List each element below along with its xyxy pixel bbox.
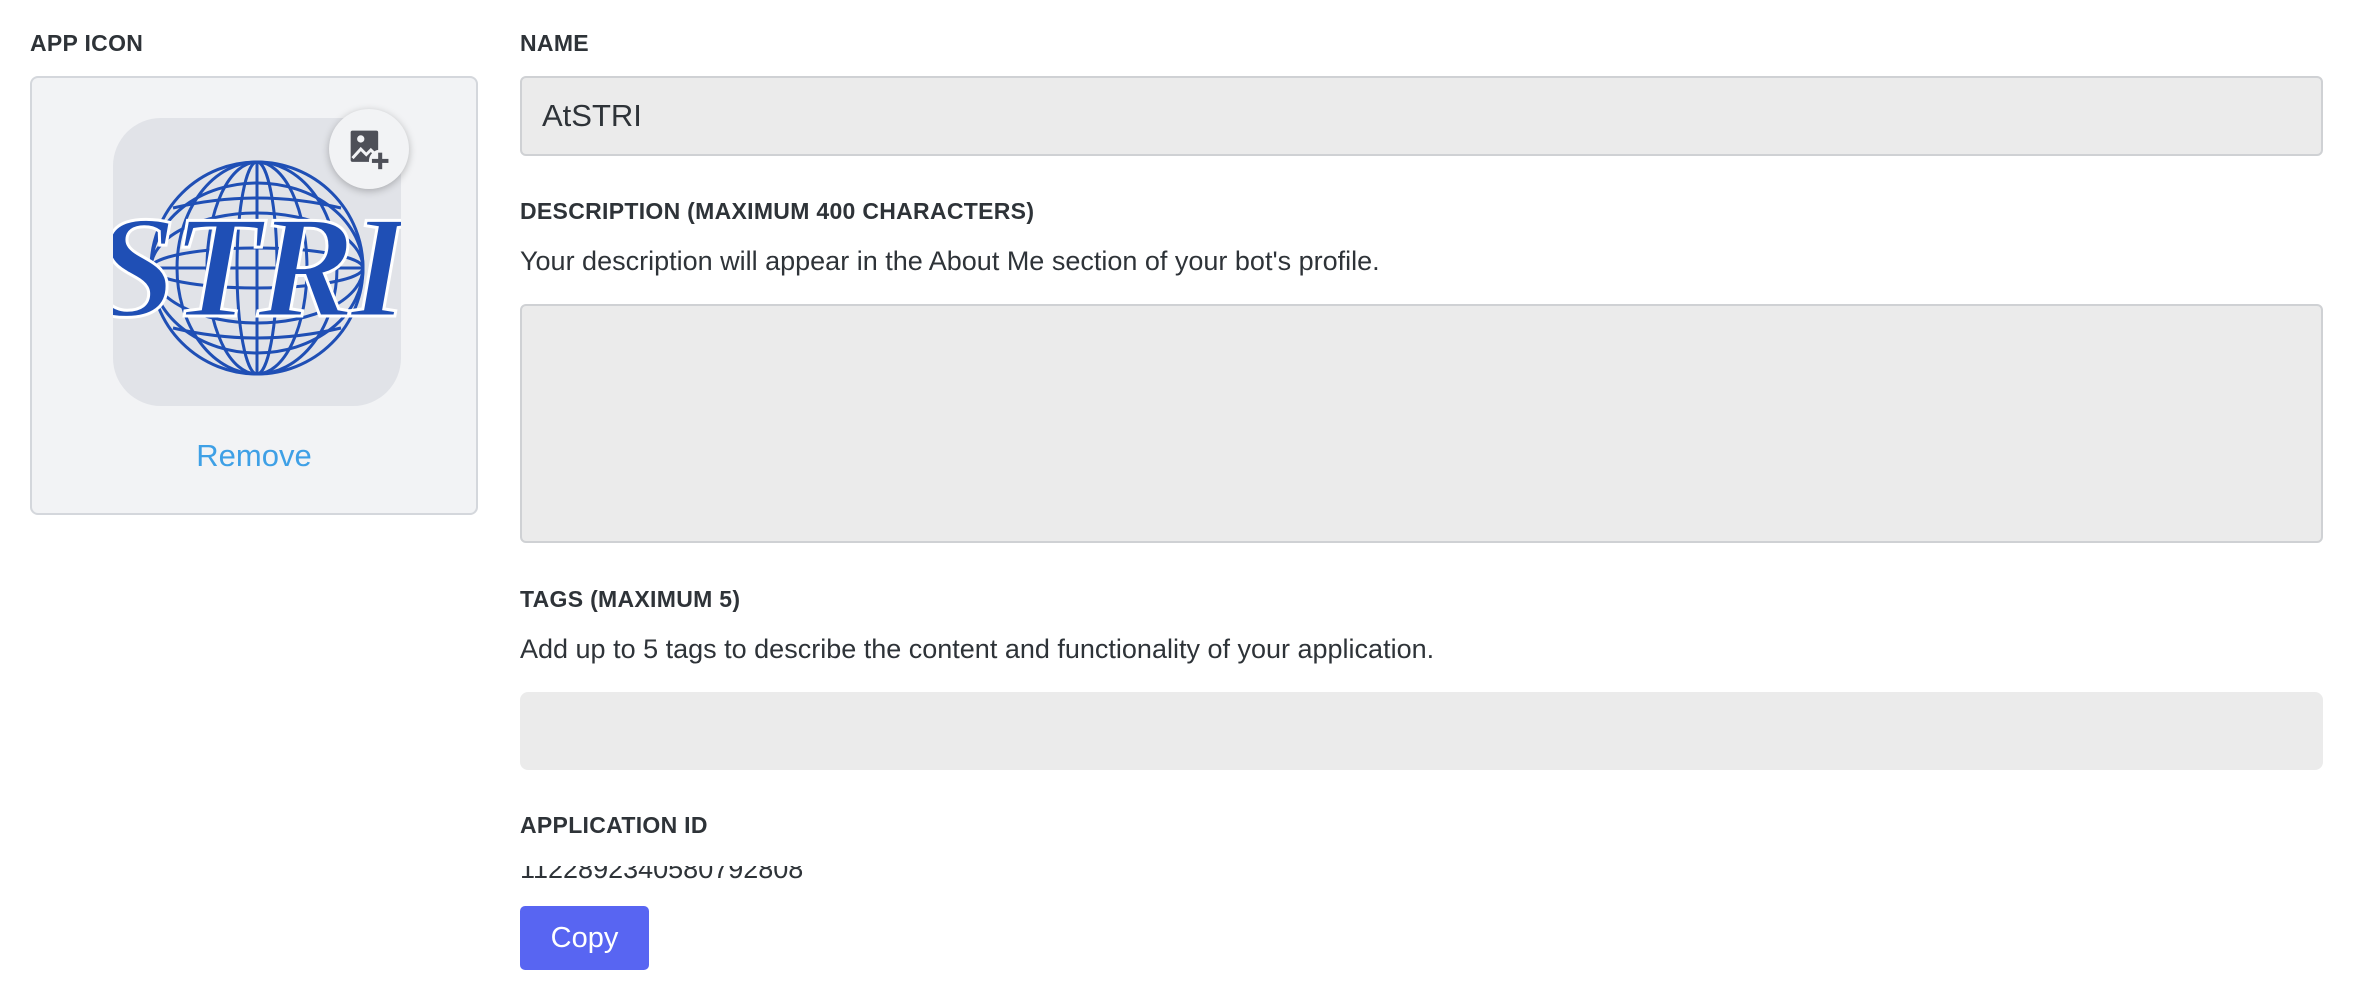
- general-information-form: APP ICON STRI Remove NAME AtSTRI DESCRIP…: [0, 0, 2358, 1002]
- application-id-text: 1122892340580792808: [520, 866, 804, 884]
- copy-button[interactable]: Copy: [520, 906, 649, 970]
- logo-text: STRI: [113, 186, 401, 348]
- app-icon-card: STRI Remove: [30, 76, 478, 515]
- application-id-label: APPLICATION ID: [520, 812, 708, 838]
- application-id-value: 1122892340580792808: [520, 866, 820, 884]
- tags-input[interactable]: [520, 692, 2323, 770]
- app-icon-label: APP ICON: [30, 30, 144, 56]
- name-label: NAME: [520, 30, 589, 56]
- description-label: DESCRIPTION (MAXIMUM 400 CHARACTERS): [520, 198, 1035, 224]
- name-input[interactable]: [520, 76, 2323, 156]
- tags-label: TAGS (MAXIMUM 5): [520, 586, 741, 612]
- change-icon-button[interactable]: [329, 109, 409, 189]
- description-helper-text: Your description will appear in the Abou…: [520, 246, 1380, 276]
- description-textarea[interactable]: [520, 304, 2323, 543]
- add-image-icon: [350, 130, 389, 170]
- remove-icon-link[interactable]: Remove: [32, 438, 476, 474]
- tags-helper-text: Add up to 5 tags to describe the content…: [520, 634, 1435, 664]
